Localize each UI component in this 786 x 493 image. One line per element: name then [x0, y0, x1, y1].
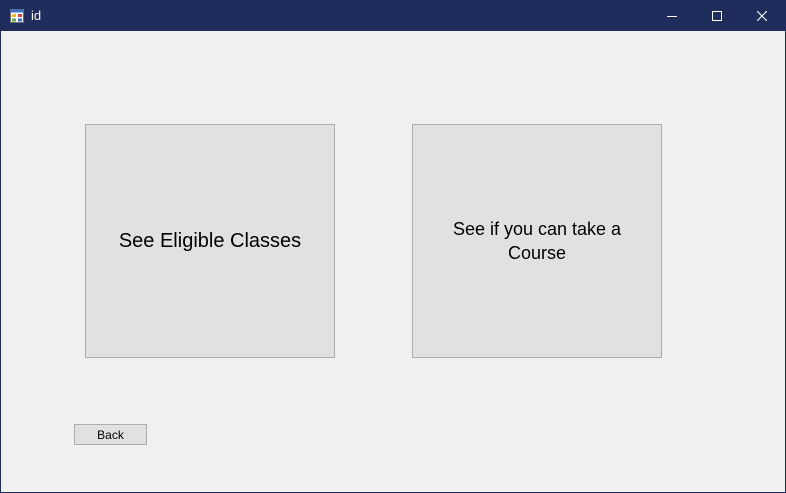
- see-if-can-take-course-button[interactable]: See if you can take a Course: [412, 124, 662, 358]
- back-button-label: Back: [97, 427, 124, 442]
- maximize-button[interactable]: [694, 1, 740, 31]
- see-eligible-classes-label: See Eligible Classes: [118, 229, 302, 252]
- app-window: id See Eligible Classes See if you can t…: [0, 0, 786, 493]
- close-button[interactable]: [739, 1, 785, 31]
- window-title: id: [31, 8, 42, 23]
- title-bar[interactable]: id: [1, 1, 785, 31]
- form-client-area: See Eligible Classes See if you can take…: [1, 31, 785, 492]
- minimize-icon: [667, 11, 677, 21]
- maximize-icon: [712, 11, 722, 21]
- see-if-can-take-course-label: See if you can take a Course: [452, 219, 622, 263]
- close-icon: [757, 11, 767, 21]
- back-button[interactable]: Back: [74, 424, 147, 445]
- form-app-icon: [10, 9, 24, 23]
- minimize-button[interactable]: [649, 1, 695, 31]
- see-eligible-classes-button[interactable]: See Eligible Classes: [85, 124, 335, 358]
